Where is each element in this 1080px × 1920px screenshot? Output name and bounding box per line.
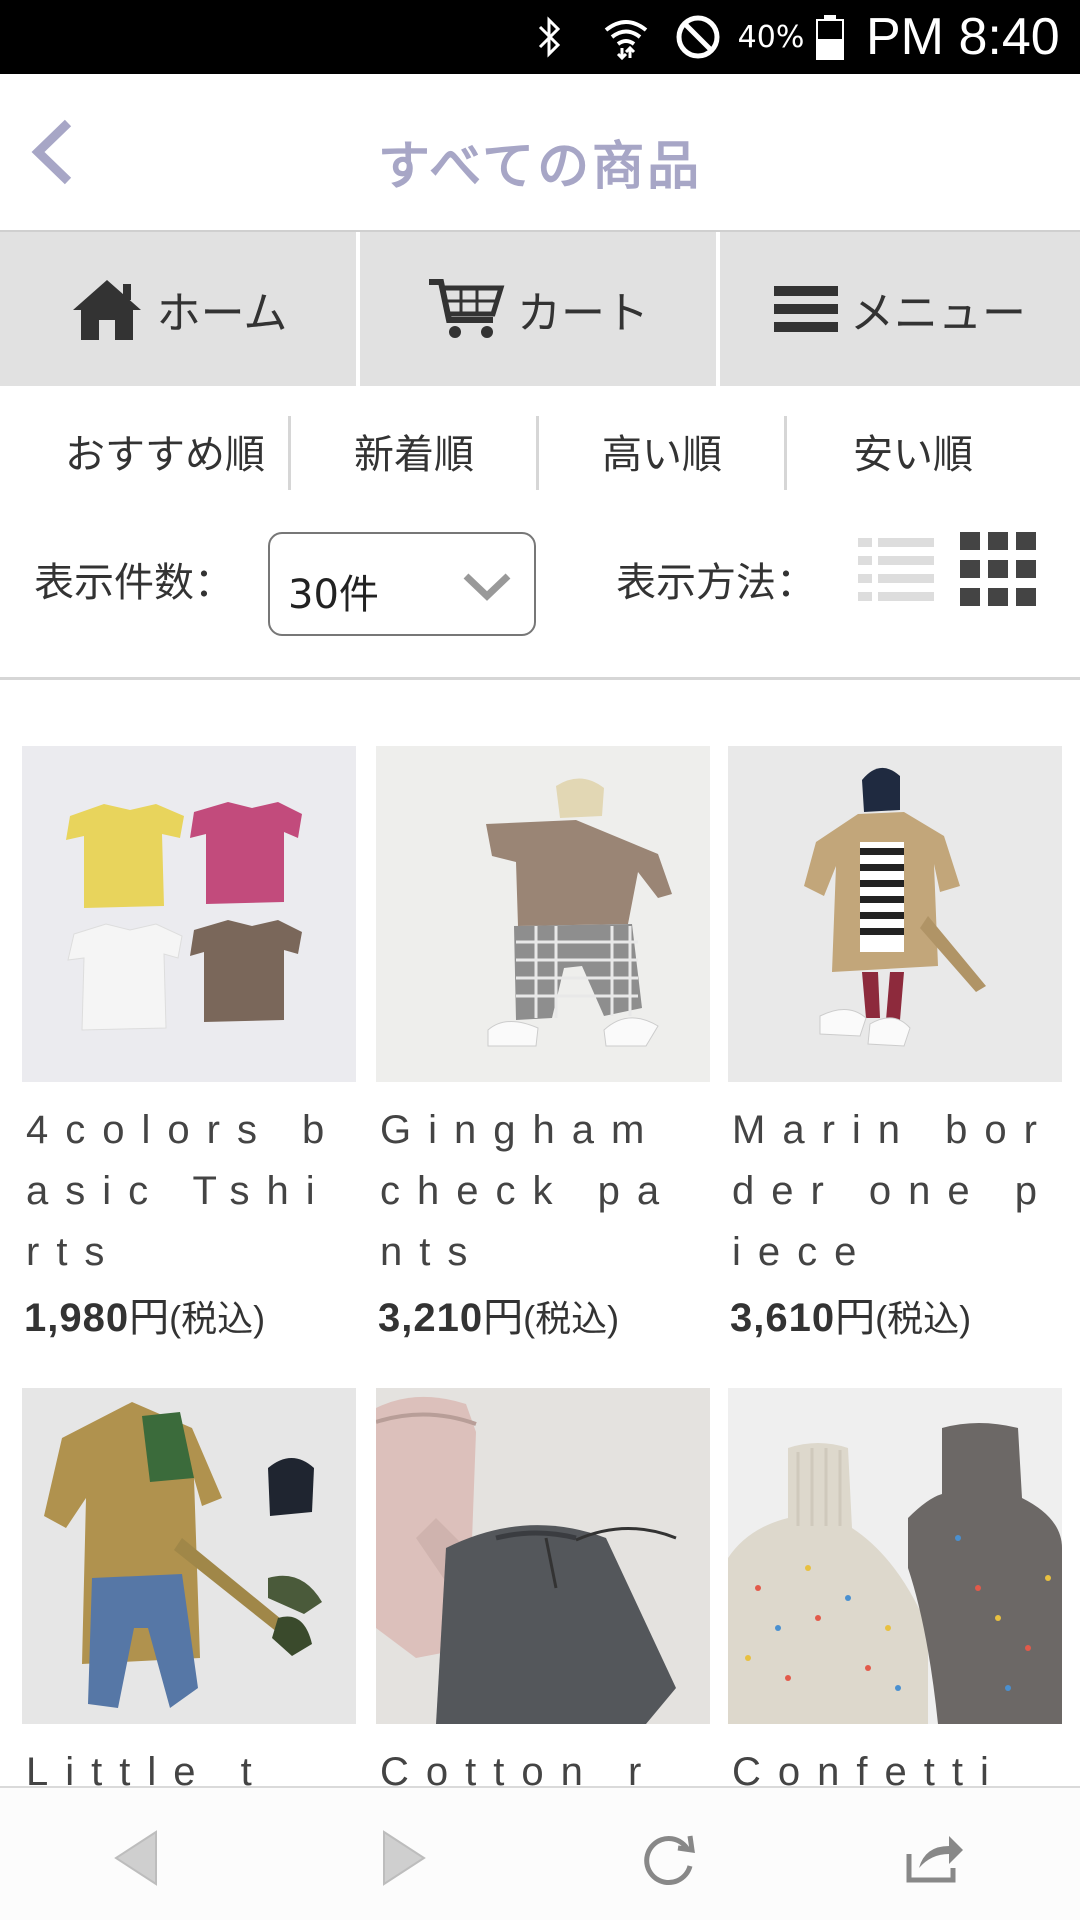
forward-arrow-icon[interactable] [354, 1808, 454, 1908]
count-value: 30件 [288, 572, 379, 618]
product-name[interactable]: 4colors basic Tshirts [22, 1100, 352, 1283]
share-icon[interactable] [884, 1808, 984, 1908]
price-amount: 3,210 [378, 1296, 484, 1340]
cart-label: カート [517, 288, 649, 339]
product-card[interactable]: 4colors basic Tshirts 1,980円(税込) [22, 746, 356, 1343]
back-arrow-icon[interactable] [86, 1808, 186, 1908]
product-card[interactable]: Little t [22, 1388, 356, 1803]
browser-toolbar [0, 1786, 1080, 1920]
grid-view-icon[interactable] [960, 532, 1036, 608]
wifi-icon [596, 0, 656, 74]
product-price: 1,980円(税込) [22, 1285, 356, 1343]
product-image[interactable] [728, 1388, 1062, 1724]
product-card[interactable]: Confetti [728, 1388, 1062, 1803]
status-bar: 40% PM 8:40 [0, 0, 1080, 74]
price-amount: 3,610 [730, 1296, 836, 1340]
price-tax: (税込) [875, 1298, 972, 1339]
price-currency: 円 [483, 1296, 524, 1340]
do-not-disturb-icon [670, 0, 726, 74]
product-name[interactable]: Marin border one piece [728, 1100, 1058, 1283]
price-tax: (税込) [523, 1298, 620, 1339]
sort-tab-recommended[interactable]: おすすめ順 [40, 416, 290, 486]
reload-icon[interactable] [620, 1808, 720, 1908]
price-currency: 円 [129, 1296, 170, 1340]
product-name[interactable]: Gingham check pants [376, 1100, 706, 1283]
display-options: 表示件数： 30件 表示方法： [0, 510, 1080, 680]
price-currency: 円 [835, 1296, 876, 1340]
product-card[interactable]: Marin border one piece 3,610円(税込) [728, 746, 1062, 1343]
page-header: すべての商品 [0, 74, 1080, 230]
product-price: 3,210円(税込) [376, 1285, 710, 1343]
product-image[interactable] [22, 746, 356, 1082]
product-price: 3,610円(税込) [728, 1285, 1062, 1343]
product-card[interactable]: Cotton r [376, 1388, 710, 1803]
menu-button[interactable]: メニュー [720, 232, 1080, 386]
cart-icon [429, 279, 505, 338]
sort-tab-price-high[interactable]: 高い順 [540, 416, 784, 486]
back-button[interactable] [20, 110, 84, 194]
method-label: 表示方法： [616, 560, 816, 606]
battery-icon [810, 0, 850, 74]
menu-label: メニュー [850, 288, 1026, 339]
home-icon [72, 280, 141, 340]
cart-button[interactable]: カート [360, 232, 716, 386]
battery-percent: 40% [737, 19, 805, 55]
product-image[interactable] [376, 746, 710, 1082]
page-title: すべての商品 [377, 137, 703, 197]
product-image[interactable] [22, 1388, 356, 1724]
product-image[interactable] [728, 746, 1062, 1082]
clock: PM 8:40 [866, 8, 1060, 66]
home-button[interactable]: ホーム [0, 232, 356, 386]
sort-tab-price-low[interactable]: 安い順 [788, 416, 1038, 486]
home-label: ホーム [156, 288, 288, 339]
price-tax: (税込) [169, 1298, 266, 1339]
sort-divider [536, 416, 539, 490]
sort-tab-newest[interactable]: 新着順 [292, 416, 536, 486]
count-select[interactable]: 30件 [268, 532, 536, 636]
sort-divider [288, 416, 291, 490]
sort-divider [784, 416, 787, 490]
main-nav: ホーム カート メニュー [0, 230, 1080, 388]
list-view-icon[interactable] [858, 532, 934, 608]
product-image[interactable] [376, 1388, 710, 1724]
product-card[interactable]: Gingham check pants 3,210円(税込) [376, 746, 710, 1343]
chevron-down-icon [463, 573, 511, 601]
hamburger-icon [774, 286, 838, 332]
count-label: 表示件数： [34, 560, 234, 606]
bluetooth-icon [526, 0, 574, 74]
sort-tabs: おすすめ順 新着順 高い順 安い順 [0, 386, 1080, 510]
chevron-left-icon [31, 119, 72, 185]
price-amount: 1,980 [24, 1296, 130, 1340]
